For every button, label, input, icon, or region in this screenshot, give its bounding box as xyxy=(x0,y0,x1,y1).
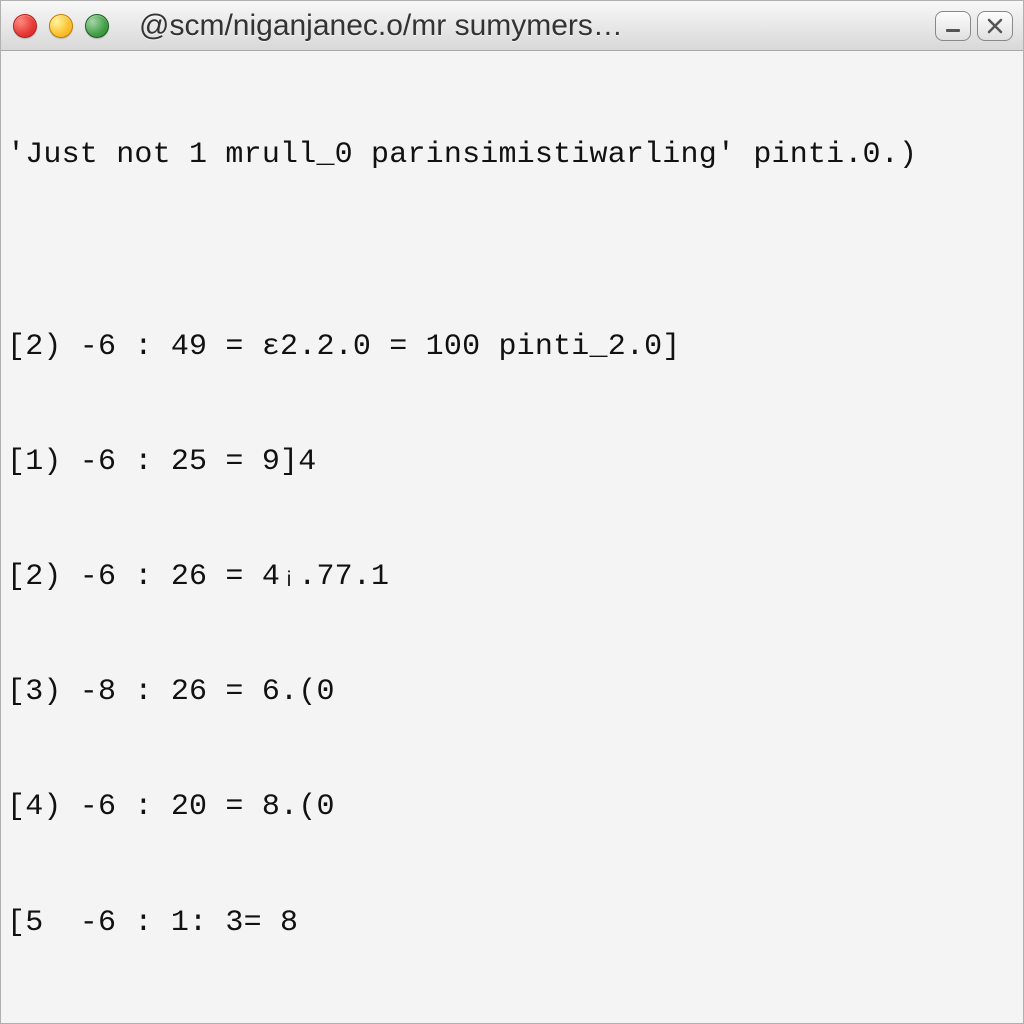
window-titlebar[interactable]: @scm/niganjanec.o/mr sumymers… xyxy=(1,1,1023,51)
window-title: @scm/niganjanec.o/mr sumymers… xyxy=(139,9,623,43)
zoom-button[interactable] xyxy=(85,14,109,38)
close-x-button[interactable] xyxy=(977,11,1013,41)
terminal-line: [5 -6 : 1: 3= 8 xyxy=(7,904,1017,942)
terminal-line: [2) -6 : 26 = 4ᵢ.77.1 xyxy=(7,558,1017,596)
traffic-lights xyxy=(13,14,109,38)
terminal-line: [3) -8 : 26 = 6.(0 xyxy=(7,673,1017,711)
terminal-line: [1) -6 : 25 = 9]4 xyxy=(7,443,1017,481)
minimize-button[interactable] xyxy=(49,14,73,38)
minimize-icon xyxy=(944,17,962,35)
minimize-tray-button[interactable] xyxy=(935,11,971,41)
terminal-content[interactable]: 'Just not 1 mrull_0 parinsimistiwarling'… xyxy=(1,51,1023,1023)
application-window: @scm/niganjanec.o/mr sumymers… 'Just not… xyxy=(0,0,1024,1024)
terminal-line: [4) -6 : 20 = 8.(0 xyxy=(7,788,1017,826)
terminal-line: [3 -6 : 4392 xyxy=(7,1019,1017,1023)
terminal-line: [2) -6 : 49 = ɛ2.2.0 = 100 pinti_2.0] xyxy=(7,328,1017,366)
window-controls-right xyxy=(935,11,1013,41)
close-button[interactable] xyxy=(13,14,37,38)
close-icon xyxy=(986,17,1004,35)
terminal-line: 'Just not 1 mrull_0 parinsimistiwarling'… xyxy=(7,136,1017,174)
